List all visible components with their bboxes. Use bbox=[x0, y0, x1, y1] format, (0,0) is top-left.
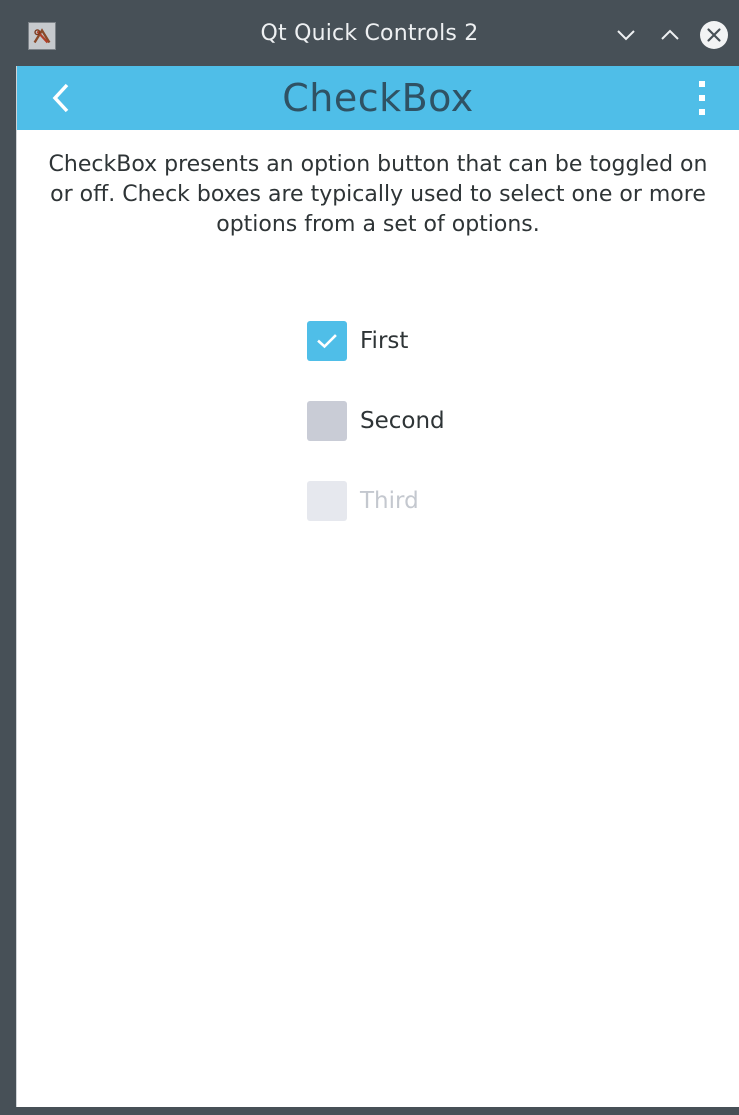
checkbox-group: First Second Third bbox=[307, 321, 445, 561]
more-vertical-icon bbox=[699, 81, 705, 115]
checkbox-indicator-unchecked[interactable] bbox=[307, 401, 347, 441]
menu-button[interactable] bbox=[687, 78, 717, 118]
chevron-down-icon bbox=[617, 30, 635, 41]
checkbox-second[interactable]: Second bbox=[307, 401, 445, 441]
back-arrow-icon bbox=[52, 83, 69, 113]
checkbox-first[interactable]: First bbox=[307, 321, 445, 361]
back-button[interactable] bbox=[41, 78, 81, 118]
toolbar: CheckBox bbox=[17, 66, 739, 130]
maximize-button[interactable] bbox=[653, 18, 687, 52]
minimize-button[interactable] bbox=[609, 18, 643, 52]
checkbox-indicator-disabled bbox=[307, 481, 347, 521]
page-description: CheckBox presents an option button that … bbox=[48, 152, 708, 237]
window-titlebar[interactable]: Qt Quick Controls 2 bbox=[0, 0, 739, 66]
checkbox-label: Third bbox=[360, 488, 419, 514]
window-controls bbox=[609, 18, 731, 52]
chevron-up-icon bbox=[661, 29, 679, 40]
checkmark-icon bbox=[317, 334, 337, 349]
close-button[interactable] bbox=[697, 18, 731, 52]
window-title: Qt Quick Controls 2 bbox=[260, 20, 479, 46]
checkbox-label: First bbox=[360, 328, 409, 354]
checkbox-third: Third bbox=[307, 481, 445, 521]
page-container: CheckBox CheckBox presents an option but… bbox=[16, 66, 739, 1107]
close-icon bbox=[700, 21, 728, 49]
page-title: CheckBox bbox=[282, 76, 474, 120]
checkbox-indicator-checked[interactable] bbox=[307, 321, 347, 361]
app-icon[interactable] bbox=[28, 22, 56, 50]
checkbox-label: Second bbox=[360, 408, 445, 434]
application-window: Qt Quick Controls 2 CheckBox CheckBox pr… bbox=[0, 0, 739, 1115]
